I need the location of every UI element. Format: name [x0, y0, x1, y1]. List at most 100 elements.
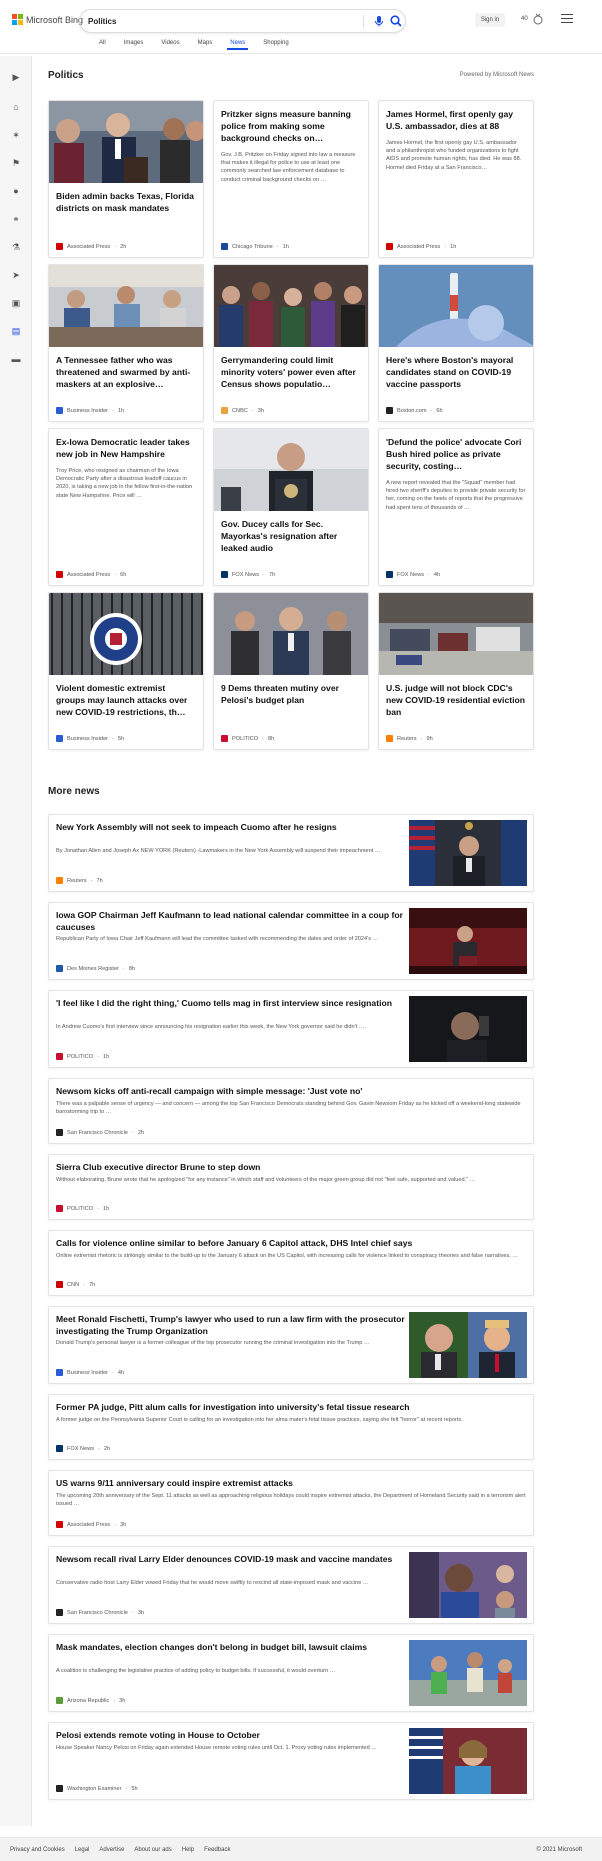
news-card-title[interactable]: 'Defund the police' advocate Cori Bush h… — [379, 429, 533, 472]
more-news-title[interactable]: 'I feel like I did the right thing,' Cuo… — [56, 997, 406, 1009]
news-card-title[interactable]: Ex-Iowa Democratic leader takes new job … — [49, 429, 203, 460]
footer-link[interactable]: Advertise — [99, 1847, 124, 1853]
more-news-item[interactable]: Meet Ronald Fischetti, Trump's lawyer wh… — [48, 1306, 534, 1384]
more-news-item[interactable]: Newsom kicks off anti-recall campaign wi… — [48, 1078, 534, 1144]
rewards-button[interactable]: 40 — [521, 13, 544, 25]
more-news-title[interactable]: Mask mandates, election changes don't be… — [56, 1641, 406, 1653]
source-age: 7h — [96, 877, 103, 884]
footer-link[interactable]: Legal — [75, 1847, 90, 1853]
footer-link[interactable]: Help — [182, 1847, 194, 1853]
news-card[interactable]: Here's where Boston's mayoral candidates… — [378, 264, 534, 422]
scope-tabs: All Images Videos Maps News Shopping — [90, 40, 298, 50]
source-logo-icon — [56, 243, 63, 250]
footer-link[interactable]: Privacy and Cookies — [10, 1847, 65, 1853]
news-feed-icon[interactable]: ✶ — [9, 128, 23, 142]
news-card-image[interactable] — [379, 593, 533, 675]
news-card-image[interactable] — [49, 593, 203, 675]
news-card[interactable]: 'Defund the police' advocate Cori Bush h… — [378, 428, 534, 586]
more-news-title[interactable]: Sierra Club executive director Brune to … — [56, 1161, 526, 1173]
news-card-title[interactable]: Here's where Boston's mayoral candidates… — [379, 347, 533, 390]
news-card-title[interactable]: U.S. judge will not block CDC's new COVI… — [379, 675, 533, 718]
more-news-snippet: In Andrew Cuomo's first interview since … — [56, 1024, 365, 1030]
more-news-image[interactable] — [409, 820, 527, 886]
news-card[interactable]: Gerrymandering could limit minority vote… — [213, 264, 369, 422]
news-card[interactable]: Biden admin backs Texas, Florida distric… — [48, 100, 204, 258]
flag-icon[interactable]: ⚑ — [9, 156, 23, 170]
news-card-image[interactable] — [214, 429, 368, 511]
news-card[interactable]: Ex-Iowa Democratic leader takes new job … — [48, 428, 204, 586]
microphone-icon[interactable] — [372, 14, 386, 28]
news-card-title[interactable]: A Tennessee father who was threatened an… — [49, 347, 203, 390]
news-card[interactable]: Pritzker signs measure banning police fr… — [213, 100, 369, 258]
news-card[interactable]: James Hormel, first openly gay U.S. amba… — [378, 100, 534, 258]
more-news-title[interactable]: Iowa GOP Chairman Jeff Kaufmann to lead … — [56, 909, 406, 933]
more-news-title[interactable]: Former PA judge, Pitt alum calls for inv… — [56, 1401, 526, 1413]
more-news-source: POLITICO · 1h — [56, 1053, 109, 1060]
more-news-item[interactable]: US warns 9/11 anniversary could inspire … — [48, 1470, 534, 1536]
search-icon[interactable] — [389, 14, 403, 28]
news-card[interactable]: Gov. Ducey calls for Sec. Mayorkas's res… — [213, 428, 369, 586]
news-card-image[interactable] — [49, 265, 203, 347]
more-news-image[interactable] — [409, 1552, 527, 1618]
more-news-title[interactable]: Newsom kicks off anti-recall campaign wi… — [56, 1085, 526, 1097]
scope-tab-all[interactable]: All — [90, 40, 115, 50]
scope-tab-images[interactable]: Images — [115, 40, 153, 50]
news-card-title[interactable]: Gov. Ducey calls for Sec. Mayorkas's res… — [214, 511, 368, 554]
more-news-title[interactable]: US warns 9/11 anniversary could inspire … — [56, 1477, 526, 1489]
news-card-title[interactable]: 9 Dems threaten mutiny over Pelosi's bud… — [214, 675, 368, 706]
news-card[interactable]: U.S. judge will not block CDC's new COVI… — [378, 592, 534, 750]
scope-tab-news[interactable]: News — [221, 40, 254, 50]
more-news-image[interactable] — [409, 996, 527, 1062]
more-news-item[interactable]: Former PA judge, Pitt alum calls for inv… — [48, 1394, 534, 1460]
expand-rail-icon[interactable]: ▶ — [9, 70, 23, 84]
news-card-title[interactable]: Pritzker signs measure banning police fr… — [214, 101, 368, 144]
more-news-item[interactable]: New York Assembly will not seek to impea… — [48, 814, 534, 892]
news-card-title[interactable]: Gerrymandering could limit minority vote… — [214, 347, 368, 390]
footer-link[interactable]: About our ads — [134, 1847, 171, 1853]
more-news-title[interactable]: Newsom recall rival Larry Elder denounce… — [56, 1553, 406, 1565]
news-card[interactable]: A Tennessee father who was threatened an… — [48, 264, 204, 422]
news-card-image[interactable] — [214, 265, 368, 347]
more-news-item[interactable]: Sierra Club executive director Brune to … — [48, 1154, 534, 1220]
rocket-icon[interactable]: ➤ — [9, 268, 23, 282]
hamburger-menu-icon[interactable] — [561, 14, 573, 24]
money-icon[interactable]: ▬ — [9, 352, 23, 366]
news-card-image[interactable] — [49, 101, 203, 183]
more-news-item[interactable]: Iowa GOP Chairman Jeff Kaufmann to lead … — [48, 902, 534, 980]
globe-icon[interactable]: ⚭ — [9, 212, 23, 226]
source-age: 2h — [103, 1445, 111, 1452]
bing-logo[interactable]: Microsoft Bing — [12, 14, 83, 25]
more-news-item[interactable]: Newsom recall rival Larry Elder denounce… — [48, 1546, 534, 1624]
politics-icon[interactable]: ▤ — [9, 324, 23, 338]
more-news-item[interactable]: Pelosi extends remote voting in House to… — [48, 1722, 534, 1800]
more-news-image[interactable] — [409, 1312, 527, 1378]
news-card-title[interactable]: James Hormel, first openly gay U.S. amba… — [379, 101, 533, 132]
footer-link[interactable]: Feedback — [204, 1847, 230, 1853]
more-news-item[interactable]: Calls for violence online similar to bef… — [48, 1230, 534, 1296]
home-icon[interactable]: ⌂ — [9, 100, 23, 114]
sign-in-button[interactable]: Sign in — [475, 13, 505, 27]
news-card[interactable]: 9 Dems threaten mutiny over Pelosi's bud… — [213, 592, 369, 750]
news-card-title[interactable]: Biden admin backs Texas, Florida distric… — [49, 183, 203, 214]
more-news-title[interactable]: Pelosi extends remote voting in House to… — [56, 1729, 406, 1741]
news-card-image[interactable] — [379, 265, 533, 347]
news-card[interactable]: Violent domestic extremist groups may la… — [48, 592, 204, 750]
more-news-item[interactable]: 'I feel like I did the right thing,' Cuo… — [48, 990, 534, 1068]
more-news-image[interactable] — [409, 908, 527, 974]
scope-tab-shopping[interactable]: Shopping — [254, 40, 297, 50]
location-pin-icon[interactable]: ● — [9, 184, 23, 198]
more-news-image[interactable] — [409, 1728, 527, 1794]
scope-tab-videos[interactable]: Videos — [152, 40, 188, 50]
news-card-image[interactable] — [214, 593, 368, 675]
more-news-title[interactable]: New York Assembly will not seek to impea… — [56, 821, 406, 833]
search-input[interactable] — [88, 14, 288, 28]
more-news-title[interactable]: Calls for violence online similar to bef… — [56, 1237, 526, 1249]
more-news-image[interactable] — [409, 1640, 527, 1706]
news-card-title[interactable]: Violent domestic extremist groups may la… — [49, 675, 203, 718]
more-news-title[interactable]: Meet Ronald Fischetti, Trump's lawyer wh… — [56, 1313, 406, 1337]
search-box — [80, 10, 405, 32]
more-news-item[interactable]: Mask mandates, election changes don't be… — [48, 1634, 534, 1712]
science-icon[interactable]: ⚗ — [9, 240, 23, 254]
scope-tab-maps[interactable]: Maps — [189, 40, 222, 50]
entertainment-icon[interactable]: ▣ — [9, 296, 23, 310]
